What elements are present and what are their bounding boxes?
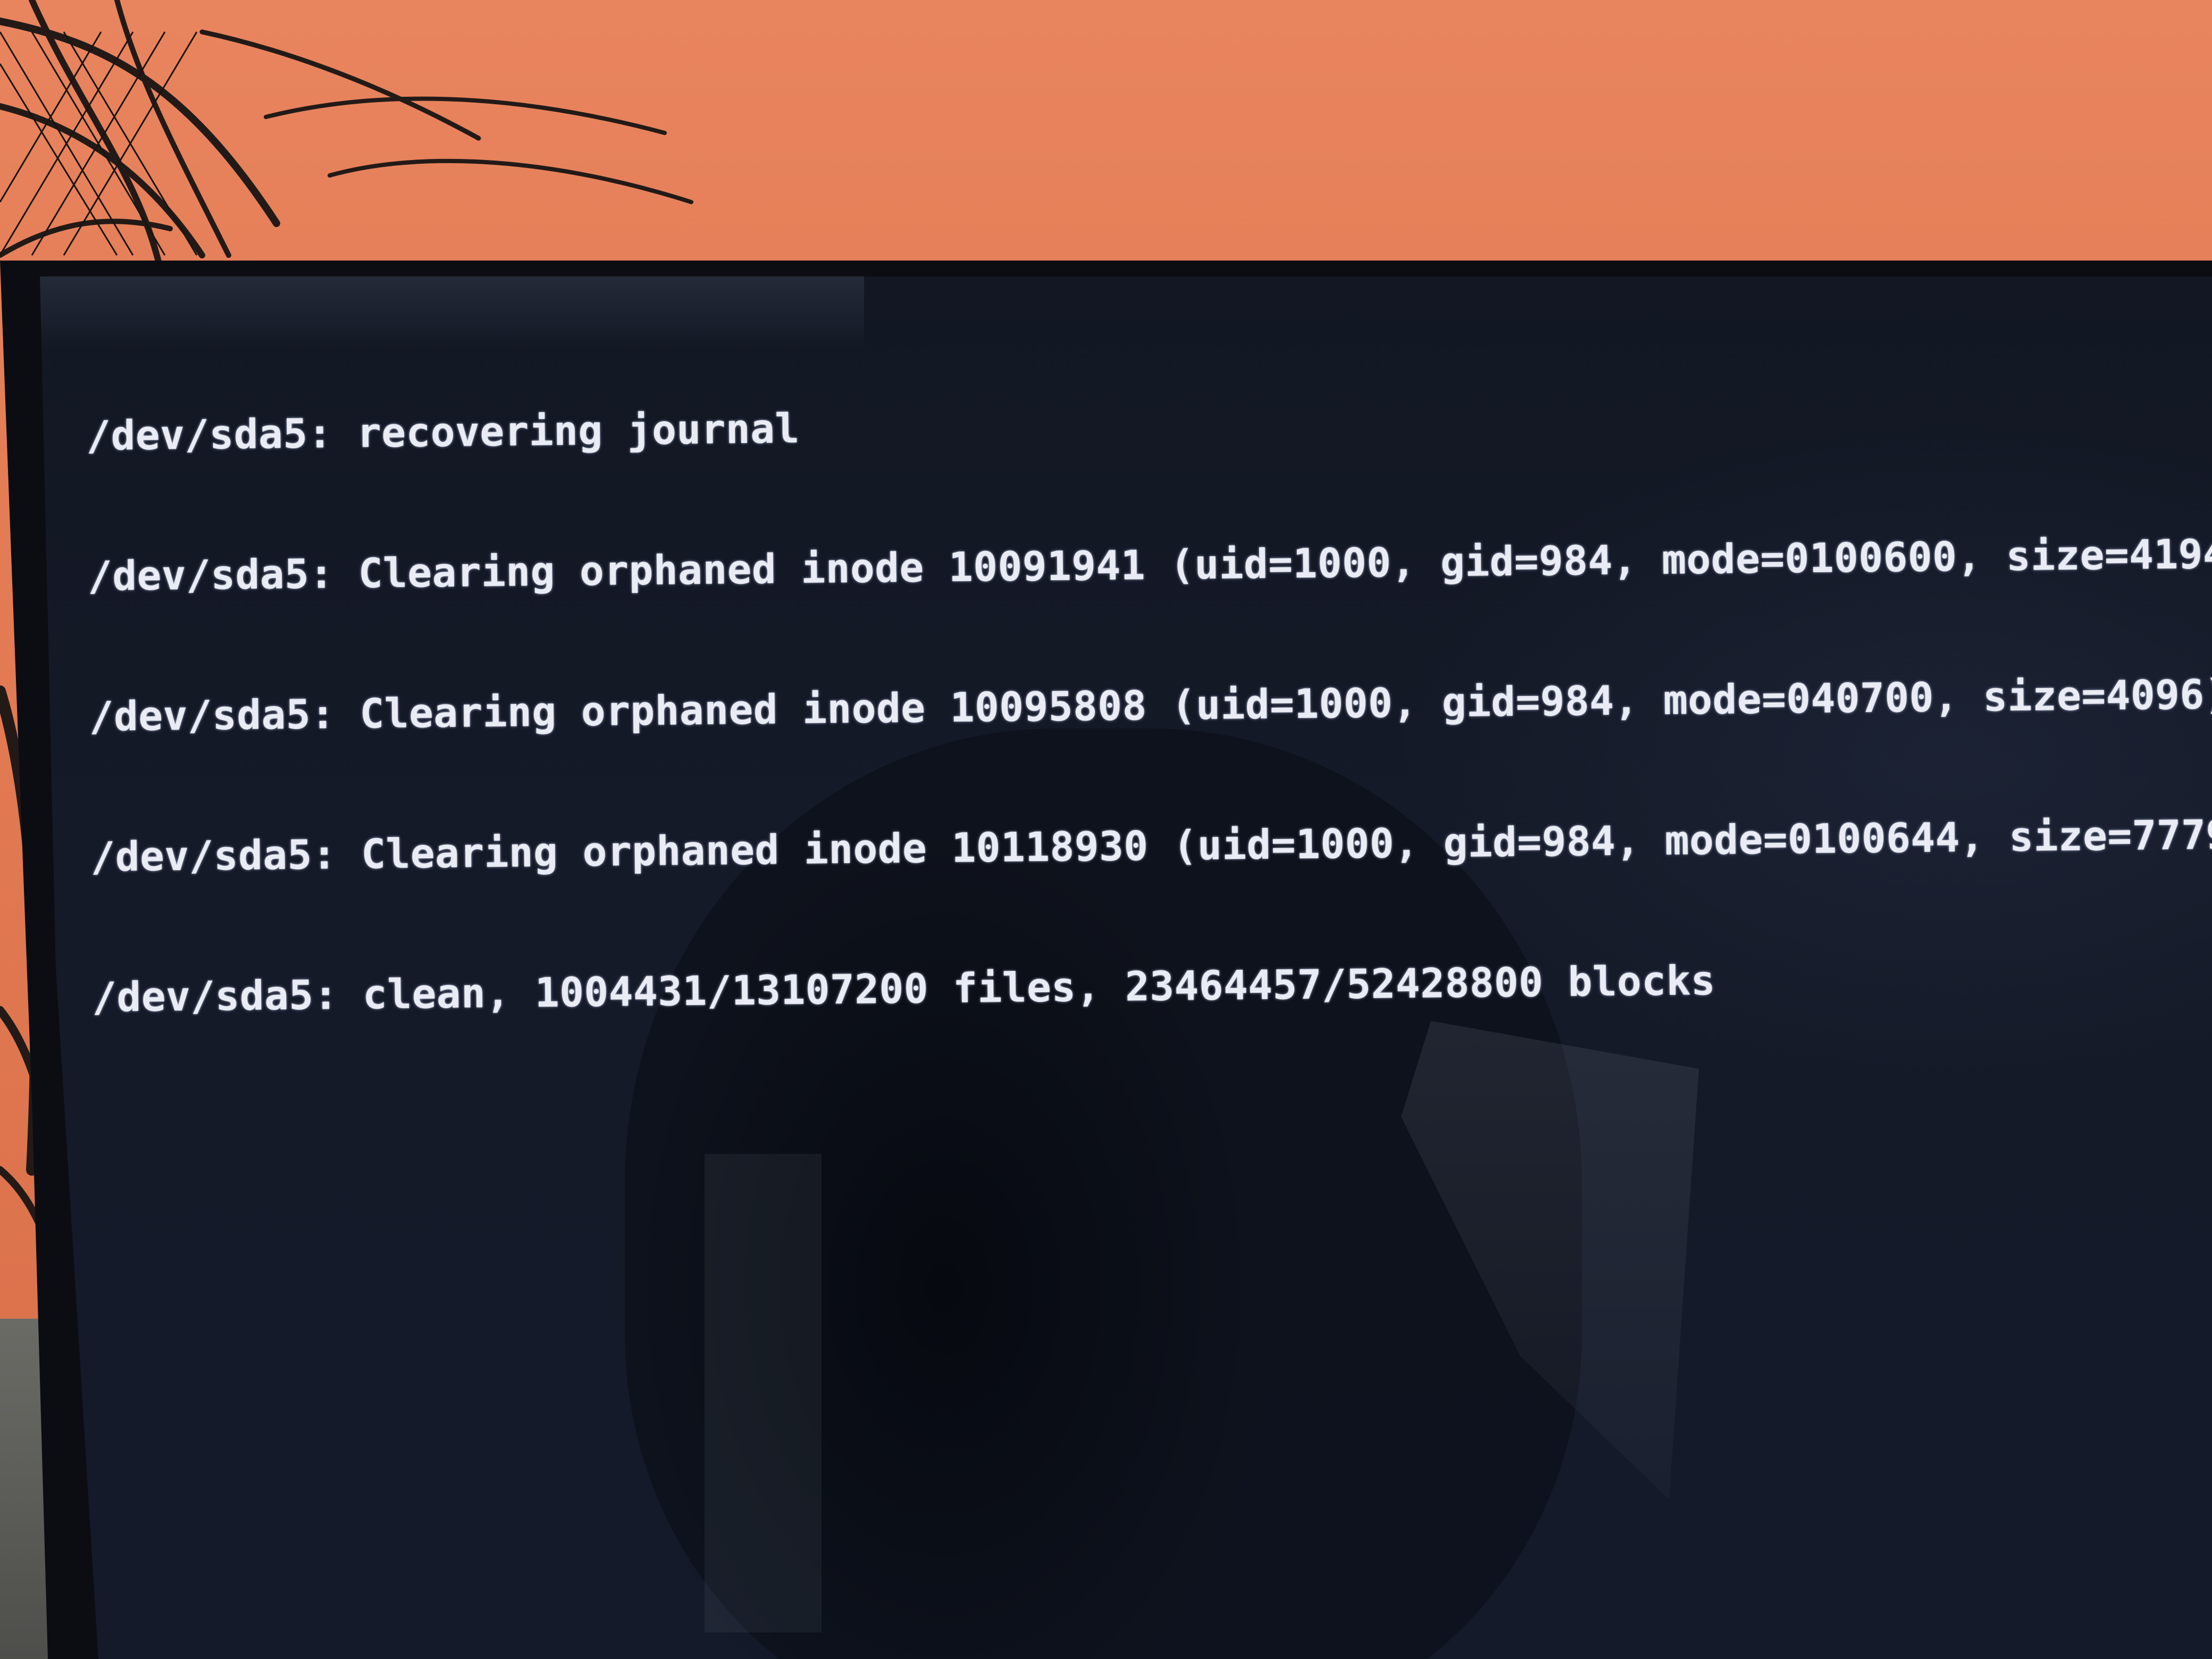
- console-line: /dev/sda5: Clearing orphaned inode 10091…: [87, 529, 2212, 600]
- photo-scene: /dev/sda5: recovering journal /dev/sda5:…: [0, 0, 2212, 1659]
- console-line: /dev/sda5: Clearing orphaned inode 10118…: [90, 810, 2212, 881]
- boot-console: /dev/sda5: recovering journal /dev/sda5:…: [85, 297, 2212, 1115]
- console-line: /dev/sda5: clean, 1004431/13107200 files…: [91, 956, 1716, 1021]
- console-line: /dev/sda5: recovering journal: [86, 404, 800, 459]
- console-line: /dev/sda5: Clearing orphaned inode 10095…: [89, 670, 2212, 740]
- screen-reflection-panel: [705, 1154, 822, 1632]
